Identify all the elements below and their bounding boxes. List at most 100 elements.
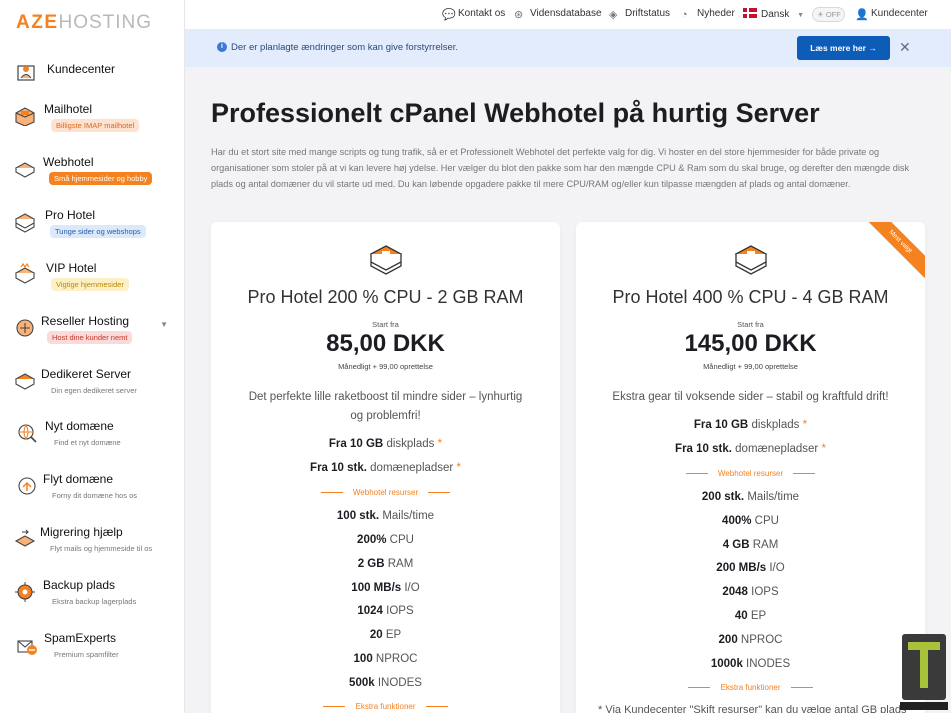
feature-value: 2048 [722, 586, 748, 598]
feature-row: 20 EP [211, 629, 560, 641]
sidebar-item-flyt-domaene[interactable]: Flyt domæne Forny dit domæne hos os [0, 470, 185, 522]
feature-label: Mails/time [382, 510, 435, 522]
plan-card: Mest valgt Pro Hotel 400 % CPU - 4 GB RA… [576, 222, 925, 713]
client-area-link[interactable]: 👤 Kundecenter [855, 8, 928, 21]
sidebar-item-vip-hotel[interactable]: VIP Hotel Vigtige hjemmesider [0, 259, 185, 311]
sidebar-item-migrering-hjaelp[interactable]: Migrering hjælp Flyt mails og hjemmeside… [0, 523, 185, 575]
sidebar-item-badge: Host dine kunder nemt [47, 331, 133, 344]
sidebar-item-label: Flyt domæne [43, 472, 114, 486]
feature-row: 100 NPROC [211, 653, 560, 665]
sidebar-item-dedikeret-server[interactable]: Dedikeret Server Din egen dedikeret serv… [0, 365, 185, 417]
plan-tagline: Det perfekte lille raketboost til mindre… [248, 391, 523, 422]
backup-disk-icon [15, 582, 35, 602]
user-box-icon [17, 65, 35, 81]
sidebar-item-badge: Find et nyt domæne [54, 438, 121, 447]
sidebar-item-badge: Små hjemmesider og hobby [49, 172, 153, 185]
dark-mode-toggle[interactable]: ☀ OFF [812, 7, 845, 22]
contact-link[interactable]: 💬 Kontakt os [442, 8, 506, 21]
feature-label: I/O [769, 562, 785, 574]
sidebar-item-spamexperts[interactable]: SpamExperts Premium spamfilter [0, 629, 185, 681]
plan-card: Pro Hotel 200 % CPU - 2 GB RAM Start fra… [211, 222, 560, 713]
globe-search-icon [18, 424, 37, 443]
feature-row: 200% CPU [211, 534, 560, 546]
sidebar-item-backup-plads[interactable]: Backup plads Ekstra backup lagerplads [0, 576, 185, 628]
feature-row: 500k INODES [211, 677, 560, 689]
sidebar-item-badge: Din egen dedikeret server [51, 386, 137, 395]
mail-box-icon [15, 107, 35, 126]
logo-thin: HOSTING [58, 12, 153, 33]
feature-value: Fra 10 stk. [310, 462, 367, 474]
server-crown-icon [14, 263, 36, 284]
sidebar-item-label: Reseller Hosting [41, 314, 130, 328]
sidebar-item-webhotel[interactable]: Webhotel Små hjemmesider og hobby [0, 153, 185, 205]
sidebar-item-label: SpamExperts [44, 631, 117, 645]
spam-filter-icon [17, 640, 37, 655]
logo[interactable]: AZEHOSTING [16, 12, 152, 34]
logo-bold: AZE [16, 12, 59, 33]
close-icon[interactable]: ✕ [899, 39, 911, 56]
status-link[interactable]: ◈ Driftstatus [609, 8, 670, 21]
section-divider: Webhotel resurser [576, 469, 925, 478]
feature-value: 100 stk. [336, 510, 380, 522]
chat-icon: 💬 [442, 9, 456, 21]
plan-name: Pro Hotel 400 % CPU - 4 GB RAM [612, 287, 889, 307]
feature-row: 100 MB/s I/O [211, 582, 560, 594]
feature-value: 100 [353, 653, 373, 665]
feature-label: IOPS [751, 586, 779, 598]
feature-row: 200 stk. Mails/time [576, 491, 925, 503]
sidebar-item-pro-hotel[interactable]: Pro Hotel Tunge sider og webshops [0, 206, 185, 258]
price-note: Månedligt + 99,00 oprettelse [338, 362, 433, 371]
server-stack-icon [14, 213, 36, 233]
knowledgebase-label: Vidensdatabase [530, 8, 602, 19]
danish-flag-icon [743, 8, 757, 18]
chevron-down-icon[interactable]: ▼ [160, 320, 168, 329]
feature-row: Fra 10 stk. domænepladser * [675, 443, 826, 455]
plan-price: 145,00 DKK [684, 330, 817, 357]
sidebar-item-label: Backup plads [43, 578, 116, 592]
sidebar-item-badge: Tunge sider og webshops [50, 225, 146, 238]
feature-label: IOPS [386, 605, 414, 617]
feature-row: 2 GB RAM [211, 558, 560, 570]
feature-label: INODES [746, 658, 791, 670]
plan-footnote: * Via Kundecenter "Skift resurser" kan d… [598, 704, 907, 713]
feature-value: 400% [722, 515, 752, 527]
info-icon: i [217, 42, 227, 52]
toggle-state: OFF [825, 10, 841, 19]
sidebar-item-label: Webhotel [43, 155, 94, 169]
read-more-button[interactable]: Læs mere her → [797, 36, 890, 60]
knowledgebase-link[interactable]: ⊛ Vidensdatabase [514, 8, 602, 21]
sidebar-item-reseller-hosting[interactable]: Reseller Hosting Host dine kunder nemt ▼ [0, 312, 185, 364]
feature-label: NPROC [375, 653, 418, 665]
notice-bar: i Der er planlagte ændringer som kan giv… [185, 29, 951, 67]
contact-label: Kontakt os [458, 8, 506, 19]
read-more-label: Læs mere her [810, 43, 866, 53]
sidebar-item-badge: Flyt mails og hjemmeside til os [50, 544, 153, 553]
arrow-right-icon: → [868, 43, 877, 53]
watermark-logo [900, 634, 948, 710]
news-label: Nyheder [697, 8, 735, 19]
sidebar-item-label: Migrering hjælp [40, 525, 123, 539]
feature-row: Fra 10 GB diskplads * [328, 438, 443, 450]
sidebar-item-mailhotel[interactable]: Mailhotel Billigste IMAP mailhotel [0, 100, 185, 152]
feature-value: 1000k [710, 658, 743, 670]
plan-tagline: Ekstra gear til voksende sider – stabil … [612, 391, 889, 403]
feature-value: Fra 10 GB [328, 438, 384, 450]
sidebar-item-badge: Vigtige hjemmesider [51, 278, 129, 291]
news-link[interactable]: ◔ Nyheder [681, 8, 735, 21]
feature-label: CPU [754, 515, 779, 527]
language-select[interactable]: Dansk ▼ [743, 8, 804, 20]
sidebar-item-nyt-domaene[interactable]: Nyt domæne Find et nyt domæne [0, 417, 185, 469]
feature-row: 1000k INODES [576, 658, 925, 670]
feature-value: 1024 [357, 605, 383, 617]
feature-label: diskplads [751, 419, 800, 431]
feature-value: 20 [369, 629, 383, 641]
feature-row: 400% CPU [576, 515, 925, 527]
sidebar-item-label: Pro Hotel [45, 208, 96, 222]
notice-text: Der er planlagte ændringer som kan give … [231, 42, 459, 53]
feature-value: 200 stk. [701, 491, 745, 503]
price-note: Månedligt + 99,00 oprettelse [703, 362, 798, 371]
feature-value: 500k [349, 677, 375, 689]
language-label: Dansk [761, 9, 790, 20]
rss-icon: ◔ [681, 9, 688, 21]
feature-row: 1024 IOPS [211, 605, 560, 617]
